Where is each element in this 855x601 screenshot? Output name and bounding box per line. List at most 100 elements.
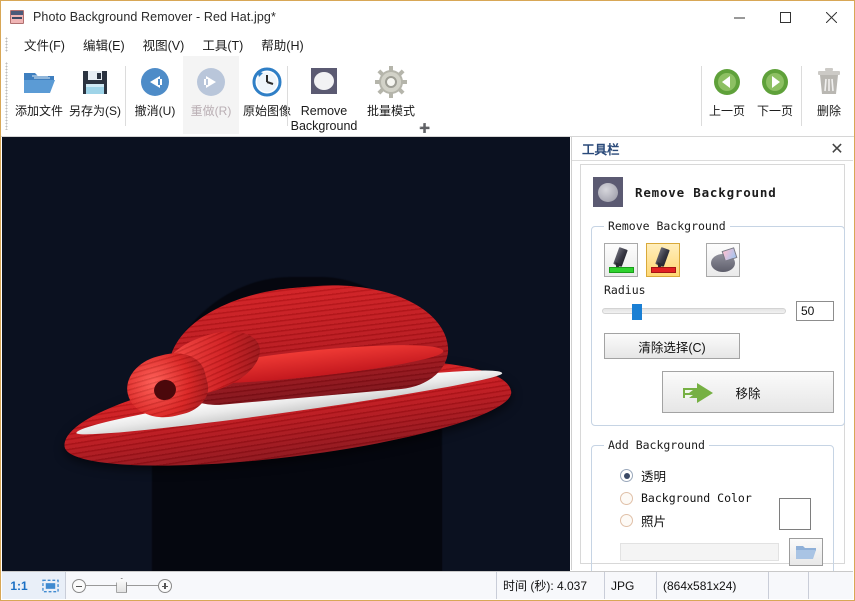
status-bar: 1:1 时间 (秒): 4.037 JPG (864x581x24) [2, 571, 853, 599]
floppy-disk-icon [80, 62, 110, 102]
photo-path-row [620, 538, 823, 566]
zoom-out-icon[interactable] [72, 579, 86, 593]
zoom-ratio-label[interactable]: 1:1 [2, 572, 36, 599]
file-format-label: JPG [605, 572, 657, 599]
prev-page-label: 上一页 [709, 104, 745, 118]
toolbar-group-actions: Remove Background [289, 56, 419, 137]
menu-file[interactable]: 文件(F) [15, 33, 74, 56]
silhouette-neck [177, 507, 407, 572]
prev-page-button[interactable]: 上一页 [703, 56, 751, 134]
option-transparent-label: 透明 [641, 466, 666, 485]
radius-slider[interactable] [602, 308, 786, 314]
dock-header: 工具栏 ✕ [572, 137, 853, 161]
next-arrow-icon [760, 62, 790, 102]
redo-arrow-icon [195, 62, 227, 102]
add-files-button[interactable]: 添加文件 [11, 56, 67, 134]
next-page-label: 下一页 [757, 104, 793, 118]
radio-transparent[interactable] [620, 469, 633, 482]
minimize-button[interactable] [716, 1, 762, 33]
dock-title: 工具栏 [582, 139, 829, 158]
panel-header: Remove Background [593, 177, 834, 207]
gear-icon [375, 62, 407, 102]
radius-slider-thumb[interactable] [632, 304, 642, 320]
menu-tools[interactable]: 工具(T) [193, 33, 252, 56]
status-message [178, 572, 497, 599]
clock-history-icon [251, 62, 283, 102]
save-as-label: 另存为(S) [69, 104, 121, 118]
menu-edit[interactable]: 编辑(E) [74, 33, 134, 56]
title-bar: Photo Background Remover - Red Hat.jpg* [1, 1, 854, 33]
batch-mode-button[interactable]: 批量模式 [363, 56, 419, 134]
remove-button[interactable]: 移除 [662, 371, 834, 413]
app-face-icon [9, 9, 25, 25]
background-color-swatch[interactable] [779, 498, 811, 530]
delete-button[interactable]: 删除 [805, 56, 853, 134]
radius-slider-row: 50 [602, 301, 834, 321]
remove-button-label: 移除 [735, 383, 760, 402]
original-image-label: 原始图像 [243, 104, 291, 118]
save-as-button[interactable]: 另存为(S) [67, 56, 123, 134]
zoom-slider-group [66, 572, 178, 599]
zoom-slider-thumb[interactable] [116, 578, 127, 593]
redo-label: 重做(R) [191, 104, 232, 118]
brush-tool-row [604, 243, 834, 277]
delete-label: 删除 [817, 104, 841, 118]
fit-to-window-icon[interactable] [36, 572, 66, 599]
radio-photo[interactable] [620, 514, 633, 527]
close-button[interactable] [808, 1, 854, 33]
toolbar-group-nav: 上一页 下一页 [703, 56, 853, 137]
redo-button[interactable]: 重做(R) [183, 56, 239, 134]
radius-label: Radius [604, 283, 834, 297]
toolbar-separator-4 [801, 66, 802, 126]
add-background-group: Add Background 透明 Background Color 照片 [591, 438, 834, 581]
toolbar-separator-3 [701, 66, 702, 126]
remove-background-label: Remove Background [289, 104, 359, 134]
next-page-button[interactable]: 下一页 [751, 56, 799, 134]
menu-bar: 文件(F) 编辑(E) 视图(V) 工具(T) 帮助(H) [1, 33, 854, 56]
option-photo-label: 照片 [641, 511, 666, 530]
maximize-button[interactable] [762, 1, 808, 33]
menu-help[interactable]: 帮助(H) [252, 33, 312, 56]
toolbar-group-history: 撤消(U) 重做(R) [127, 56, 295, 137]
toolbar-group-file: 添加文件 另存为(S) [11, 56, 123, 137]
add-files-label: 添加文件 [15, 104, 63, 118]
option-background-color-label: Background Color [641, 491, 752, 505]
zoom-slider[interactable] [86, 585, 158, 587]
undo-button[interactable]: 撤消(U) [127, 56, 183, 134]
tool-dock: 工具栏 ✕ Remove Background Remove Backgroun… [571, 137, 853, 570]
dock-close-icon[interactable]: ✕ [829, 141, 845, 157]
panel-header-title: Remove Background [635, 185, 777, 200]
toolbar-separator-1 [125, 66, 126, 126]
radio-background-color[interactable] [620, 492, 633, 505]
add-background-group-legend: Add Background [604, 438, 709, 452]
prev-arrow-icon [712, 62, 742, 102]
remove-background-group: Remove Background Radius [591, 219, 845, 426]
toolbar-overflow-icon[interactable]: ➕ [419, 123, 430, 134]
radius-value-input[interactable]: 50 [796, 301, 834, 321]
elapsed-time-label: 时间 (秒): 4.037 [497, 572, 605, 599]
remove-background-button[interactable]: Remove Background [289, 56, 359, 134]
eraser-tool-button[interactable] [706, 243, 740, 277]
zoom-in-icon[interactable] [158, 579, 172, 593]
dock-body: Remove Background Remove Background Radi… [580, 164, 845, 564]
folder-icon [795, 543, 817, 561]
toolbar-grip-handle[interactable] [5, 62, 8, 130]
red-pen-tool-button[interactable] [646, 243, 680, 277]
photo-path-input[interactable] [620, 543, 779, 561]
status-extra-2 [809, 572, 853, 599]
trash-icon [815, 62, 843, 102]
clear-selection-button[interactable]: 清除选择(C) [604, 333, 740, 359]
undo-arrow-icon [139, 62, 171, 102]
menu-grip-handle[interactable] [5, 37, 8, 52]
toolbar-separator-2 [287, 66, 288, 126]
image-canvas[interactable] [2, 137, 570, 572]
undo-label: 撤消(U) [135, 104, 176, 118]
window-controls [716, 1, 854, 33]
green-arrow-icon [681, 382, 715, 404]
option-transparent[interactable]: 透明 [620, 466, 823, 485]
green-pen-tool-button[interactable] [604, 243, 638, 277]
browse-photo-button[interactable] [789, 538, 823, 566]
batch-mode-label: 批量模式 [367, 104, 415, 118]
menu-view[interactable]: 视图(V) [134, 33, 194, 56]
remove-background-group-legend: Remove Background [604, 219, 730, 233]
